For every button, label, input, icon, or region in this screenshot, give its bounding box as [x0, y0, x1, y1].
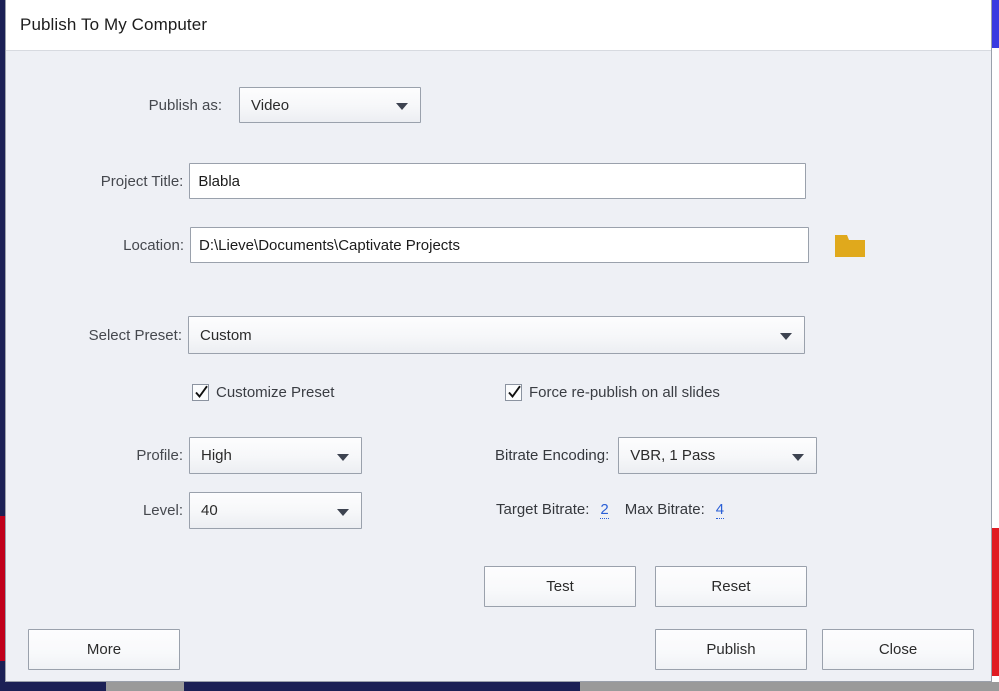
force-republish-label: Force re-publish on all slides [529, 384, 720, 401]
project-title-value: Blabla [198, 172, 241, 190]
select-preset-row: Select Preset: Custom [6, 316, 806, 354]
close-button[interactable]: Close [822, 629, 974, 670]
chevron-down-icon [792, 453, 805, 461]
publish-as-dropdown[interactable]: Video [239, 87, 421, 123]
project-title-row: Project Title: Blabla [6, 163, 806, 199]
location-value: D:\Lieve\Documents\Captivate Projects [199, 236, 460, 254]
location-input[interactable]: D:\Lieve\Documents\Captivate Projects [190, 227, 809, 263]
select-preset-value: Custom [200, 326, 252, 344]
select-preset-dropdown[interactable]: Custom [188, 316, 805, 354]
target-bitrate-value[interactable]: 2 [600, 501, 609, 520]
publish-to-my-computer-dialog: Publish To My Computer Publish as: Video… [5, 0, 992, 682]
background-taskbar-segment-2 [580, 682, 999, 691]
reset-button[interactable]: Reset [655, 566, 807, 607]
bitrate-encoding-row: Bitrate Encoding: VBR, 1 Pass [495, 437, 818, 474]
dialog-titlebar: Publish To My Computer [6, 0, 991, 51]
bitrate-encoding-value: VBR, 1 Pass [630, 447, 716, 464]
level-dropdown[interactable]: 40 [189, 492, 362, 529]
profile-row: Profile: High [6, 437, 366, 474]
publish-as-label: Publish as: [148, 96, 222, 114]
location-label: Location: [123, 236, 184, 254]
background-right-blue-strip [992, 0, 999, 48]
browse-folder-button[interactable] [834, 232, 866, 258]
profile-dropdown[interactable]: High [189, 437, 362, 474]
dialog-title: Publish To My Computer [20, 15, 208, 34]
target-bitrate-label: Target Bitrate: [496, 501, 590, 518]
chevron-down-icon [337, 508, 349, 516]
checkbox-box [505, 384, 522, 401]
bitrate-values-row: Target Bitrate: 2 Max Bitrate: 4 [496, 501, 725, 520]
checkbox-box [192, 384, 209, 401]
folder-icon [835, 235, 865, 257]
chevron-down-icon [780, 333, 792, 340]
publish-button[interactable]: Publish [655, 629, 807, 670]
location-row: Location: D:\Lieve\Documents\Captivate P… [6, 227, 876, 263]
level-row: Level: 40 [6, 492, 366, 529]
force-republish-checkbox[interactable]: Force re-publish on all slides [505, 384, 720, 401]
bitrate-encoding-dropdown[interactable]: VBR, 1 Pass [618, 437, 818, 474]
chevron-down-icon [396, 103, 408, 110]
publish-as-value: Video [251, 96, 290, 114]
check-icon [195, 385, 208, 399]
chevron-down-icon [337, 453, 349, 461]
background-taskbar-segment-1 [106, 682, 184, 691]
project-title-input[interactable]: Blabla [189, 163, 806, 199]
test-button[interactable]: Test [484, 566, 636, 607]
profile-value: High [201, 447, 232, 464]
level-label: Level: [142, 502, 183, 519]
max-bitrate-value[interactable]: 4 [715, 501, 725, 520]
check-icon [508, 385, 521, 399]
dialog-body: Publish as: Video Project Title: Blabla … [6, 51, 991, 681]
select-preset-label: Select Preset: [88, 326, 182, 344]
publish-as-row: Publish as: Video [6, 87, 421, 123]
level-value: 40 [201, 502, 218, 519]
background-right-red-strip [992, 528, 999, 676]
profile-label: Profile: [136, 447, 183, 464]
customize-preset-label: Customize Preset [216, 384, 335, 401]
customize-preset-checkbox[interactable]: Customize Preset [192, 384, 334, 401]
more-button[interactable]: More [28, 629, 180, 670]
bitrate-encoding-label: Bitrate Encoding: [495, 447, 610, 464]
max-bitrate-label: Max Bitrate: [624, 501, 705, 518]
project-title-label: Project Title: [100, 172, 184, 190]
